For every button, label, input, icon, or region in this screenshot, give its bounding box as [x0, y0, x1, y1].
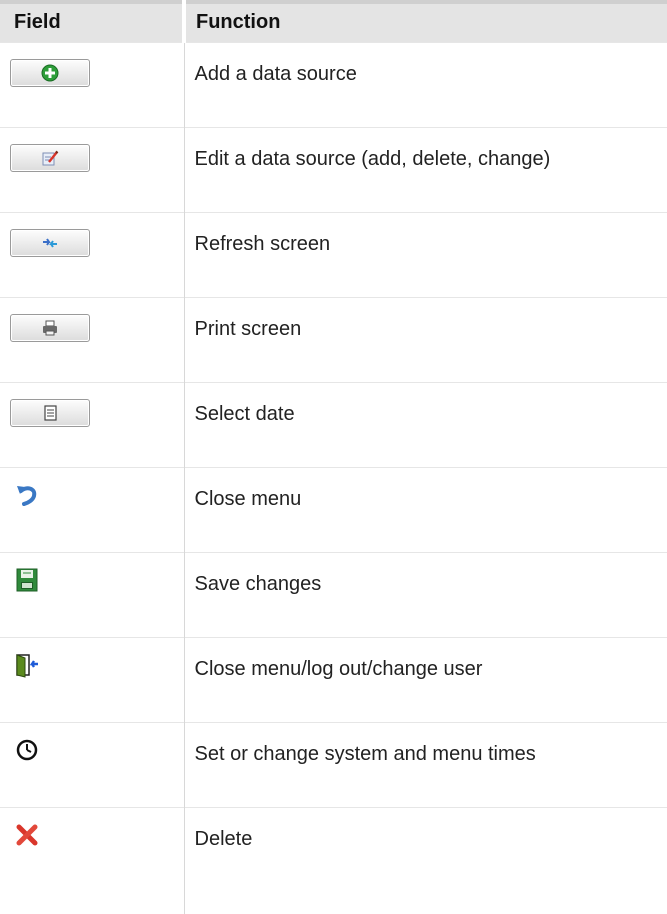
red-x-delete-icon[interactable] [14, 822, 40, 848]
field-cell [0, 551, 185, 637]
field-cell [0, 806, 185, 892]
print-button[interactable] [10, 313, 90, 342]
field-cell [0, 41, 185, 127]
table-spacer-row [0, 891, 667, 914]
table-row: Print screen [0, 296, 667, 382]
header-function: Function [196, 11, 281, 34]
table-row: Save changes [0, 551, 667, 637]
function-text: Refresh screen [184, 211, 667, 297]
field-cell [0, 381, 185, 467]
add-plus-icon [41, 64, 59, 81]
undo-arrow-icon[interactable] [14, 482, 40, 508]
header-field: Field [0, 2, 186, 42]
function-text: Save changes [184, 551, 667, 637]
field-cell [0, 126, 185, 212]
clock-icon[interactable] [14, 737, 40, 763]
table-row: Close menu [0, 466, 667, 552]
function-text: Print screen [184, 296, 667, 382]
table-row: Delete [0, 806, 667, 892]
table-row: Close menu/log out/change user [0, 636, 667, 722]
icon-function-table: Field Function Add a data source Edit a … [0, 0, 667, 914]
field-cell [0, 466, 185, 552]
field-cell [0, 211, 185, 297]
exit-door-icon[interactable] [14, 652, 40, 678]
table-row: Select date [0, 381, 667, 467]
function-text: Delete [184, 806, 667, 892]
calendar-document-icon [44, 404, 57, 421]
refresh-button[interactable] [10, 228, 90, 257]
function-text: Select date [184, 381, 667, 467]
edit-button[interactable] [10, 143, 90, 172]
edit-pencil-icon [42, 150, 59, 165]
table-header-row: Field Function [0, 2, 667, 42]
function-text: Close menu [184, 466, 667, 552]
spacer-cell [0, 891, 185, 914]
field-cell [0, 636, 185, 722]
function-text: Edit a data source (add, delete, change) [184, 126, 667, 212]
table-row: Set or change system and menu times [0, 721, 667, 807]
field-cell [0, 296, 185, 382]
function-text: Set or change system and menu times [184, 721, 667, 807]
floppy-save-icon[interactable] [14, 567, 40, 593]
table-row: Add a data source [0, 41, 667, 127]
function-text: Close menu/log out/change user [184, 636, 667, 722]
table-row: Edit a data source (add, delete, change) [0, 126, 667, 212]
spacer-cell [184, 892, 667, 914]
select-date-button[interactable] [10, 398, 90, 427]
field-cell [0, 721, 185, 807]
add-button[interactable] [10, 58, 90, 87]
printer-icon [43, 320, 57, 335]
table-row: Refresh screen [0, 211, 667, 297]
function-text: Add a data source [184, 41, 667, 127]
refresh-arrows-icon [43, 237, 57, 248]
